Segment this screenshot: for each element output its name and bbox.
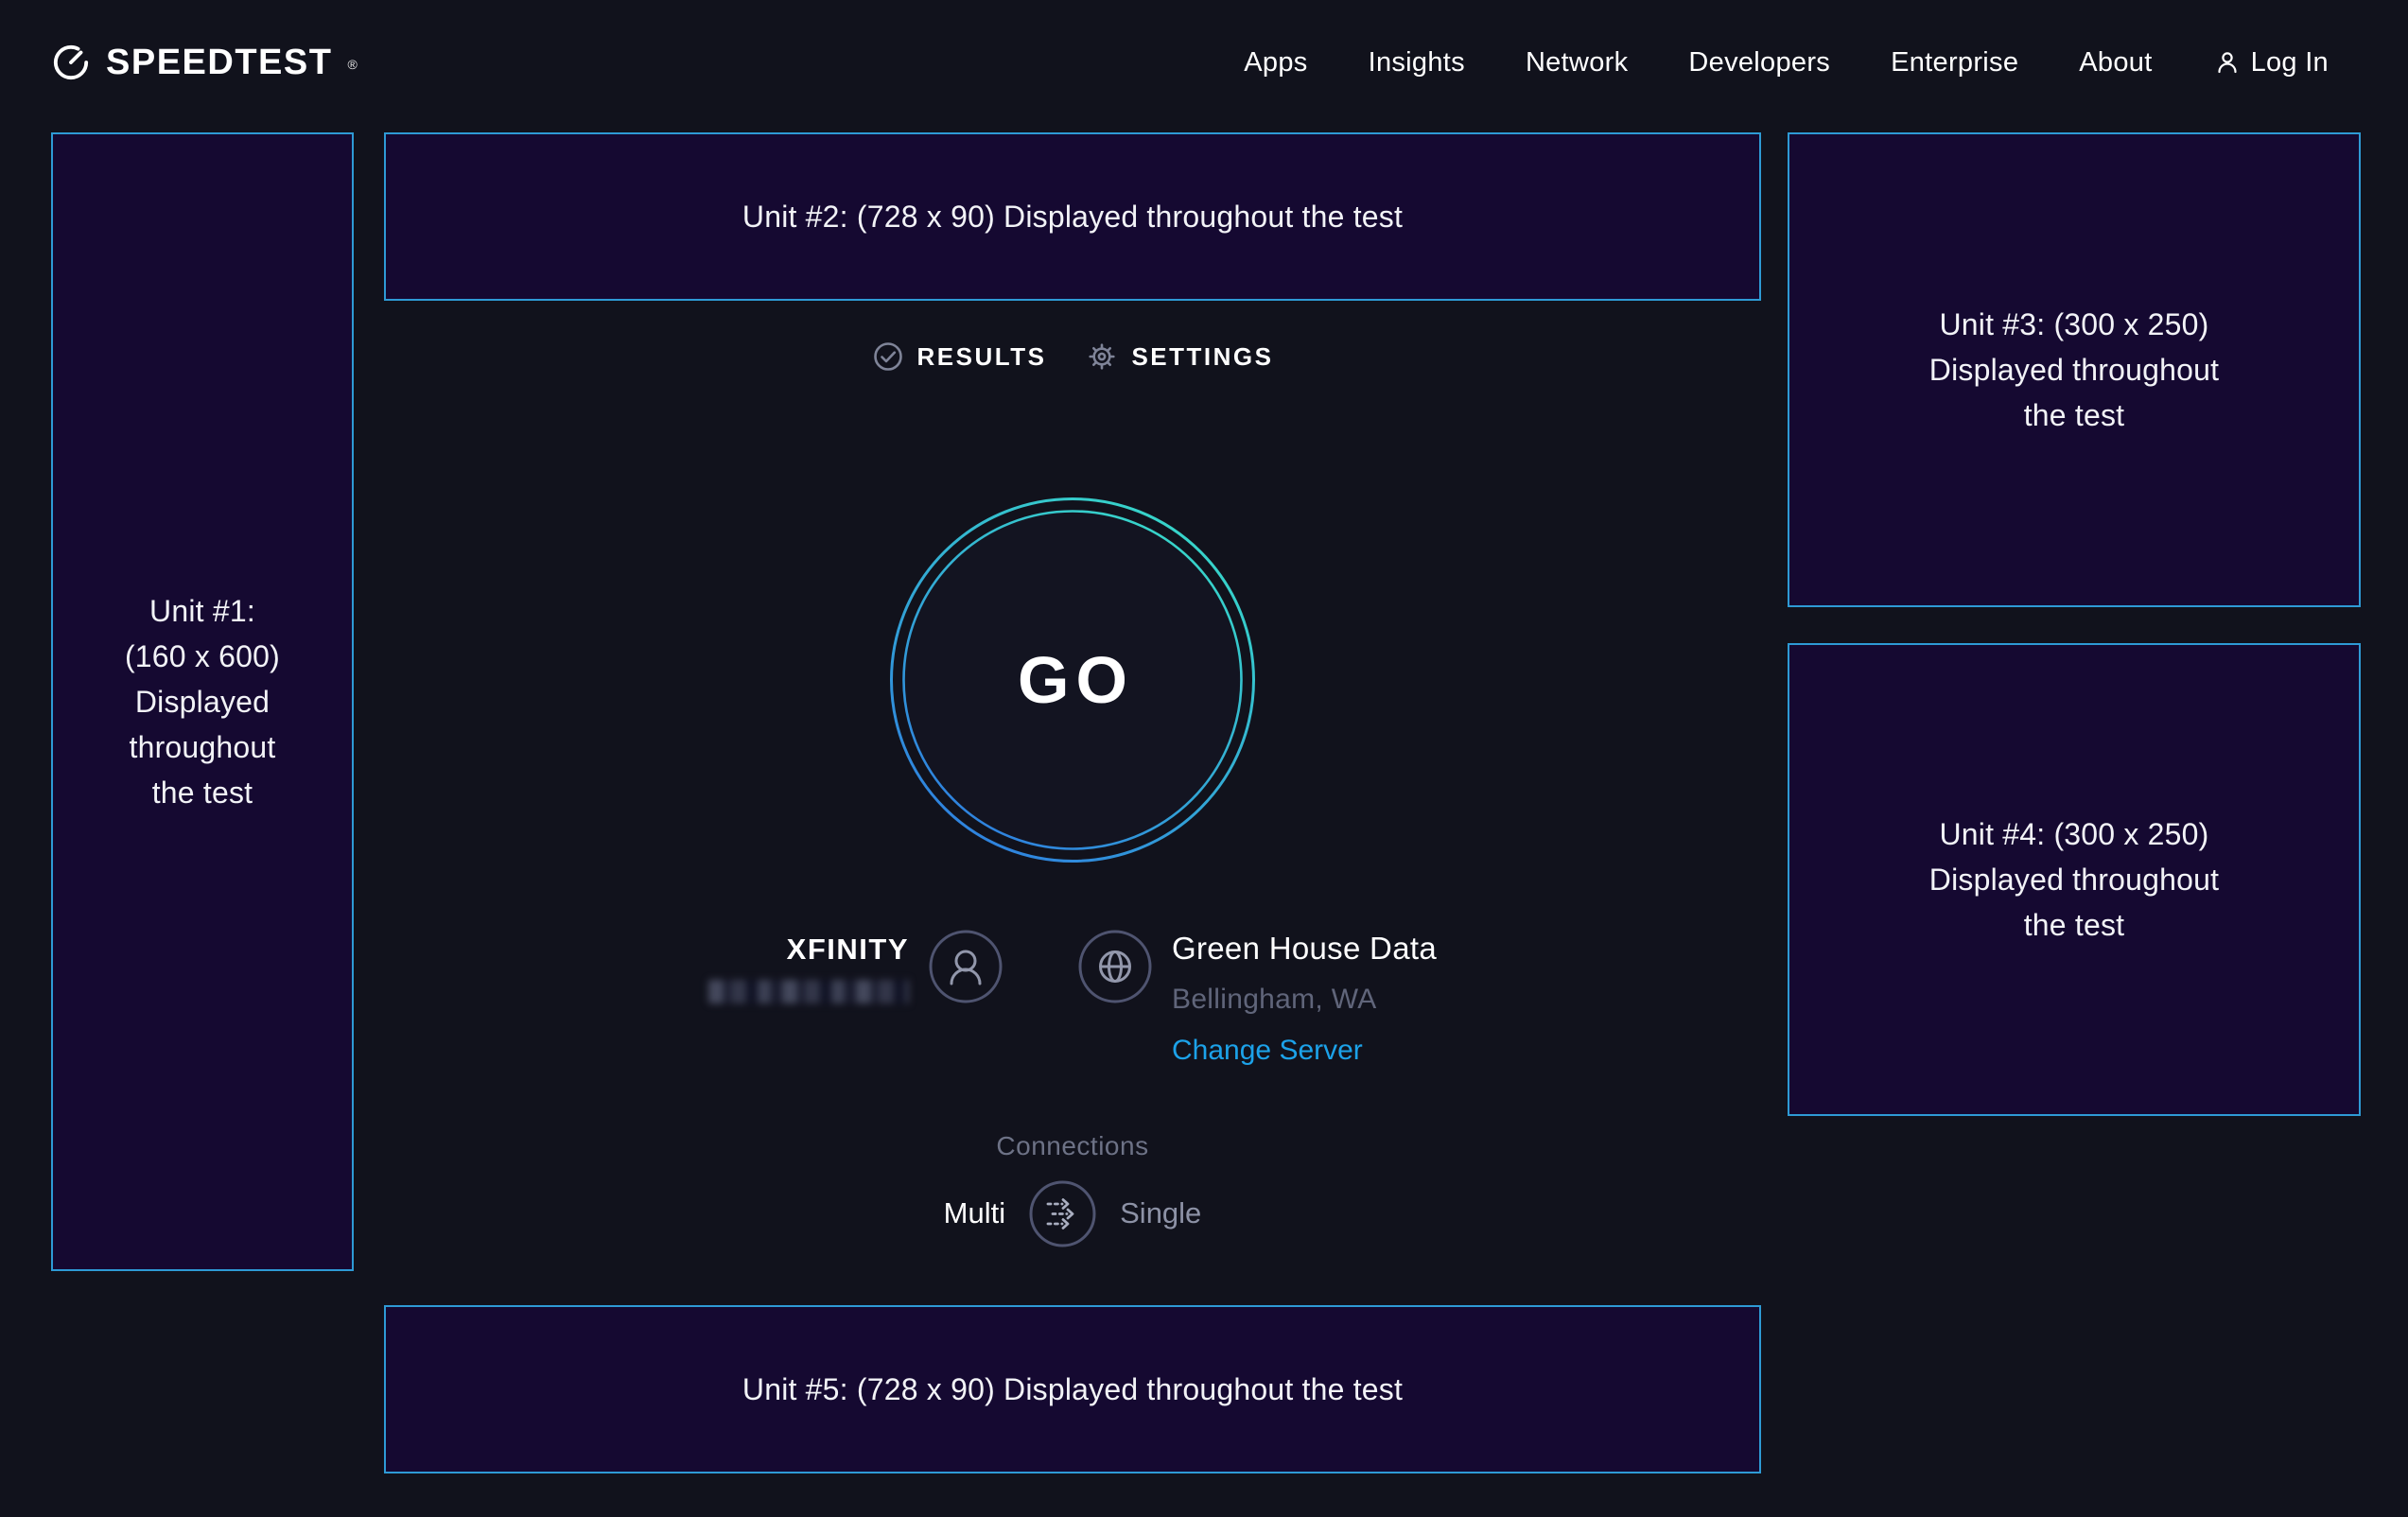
ad-unit-3-text: Unit #3: (300 x 250) Displayed throughou… (1929, 302, 2219, 438)
ad-unit-3[interactable]: Unit #3: (300 x 250) Displayed throughou… (1788, 132, 2361, 607)
nav-item-enterprise[interactable]: Enterprise (1891, 47, 2018, 78)
speedtest-main: RESULTS SETTINGS (384, 0, 1761, 1517)
nav-item-about[interactable]: About (2079, 47, 2152, 78)
tab-results-label: RESULTS (917, 342, 1047, 372)
speedtest-logo[interactable]: SPEEDTEST ® (51, 43, 358, 82)
multi-connection-toggle-icon[interactable] (1028, 1179, 1097, 1248)
brand-name: SPEEDTEST (106, 43, 332, 82)
tabs-row: RESULTS SETTINGS (384, 340, 1761, 373)
server-text: Green House Data Bellingham, WA Change S… (1172, 929, 1437, 1067)
tab-settings-label: SETTINGS (1131, 342, 1273, 372)
connections-label: Connections (384, 1131, 1761, 1161)
server-info: Green House Data Bellingham, WA Change S… (1077, 929, 1437, 1067)
ad-unit-4[interactable]: Unit #4: (300 x 250) Displayed throughou… (1788, 643, 2361, 1116)
ad-unit-4-text: Unit #4: (300 x 250) Displayed throughou… (1929, 811, 2219, 948)
gear-icon (1086, 340, 1118, 373)
tab-results[interactable]: RESULTS (872, 340, 1047, 373)
connection-info-row: XFINITY Green House Da (384, 929, 1761, 1067)
globe-icon (1077, 929, 1153, 1004)
tab-settings[interactable]: SETTINGS (1086, 340, 1273, 373)
go-button[interactable]: GO (888, 496, 1257, 864)
go-button-label: GO (888, 496, 1257, 864)
server-location: Bellingham, WA (1172, 984, 1377, 1016)
ad-unit-1-text: Unit #1: (160 x 600) Displayed throughou… (125, 588, 280, 815)
login-label: Log In (2251, 47, 2329, 78)
connections-multi-option[interactable]: Multi (944, 1196, 1005, 1230)
connections-single-option[interactable]: Single (1120, 1196, 1201, 1230)
user-icon (2213, 48, 2242, 77)
check-circle-icon (872, 340, 904, 373)
isp-name: XFINITY (787, 933, 909, 967)
server-name: Green House Data (1172, 931, 1437, 967)
logo-row: SPEEDTEST ® (51, 43, 358, 82)
ip-address-redacted (708, 980, 909, 1003)
isp-info: XFINITY (708, 929, 1003, 1067)
user-circle-icon (928, 929, 1003, 1004)
ad-unit-1[interactable]: Unit #1: (160 x 600) Displayed throughou… (51, 132, 354, 1271)
registered-mark: ® (347, 58, 357, 71)
speedtest-gauge-icon (51, 43, 91, 82)
change-server-link[interactable]: Change Server (1172, 1035, 1363, 1067)
login-button[interactable]: Log In (2213, 47, 2329, 78)
connections-toggle-row: Multi Single (384, 1178, 1761, 1248)
isp-text: XFINITY (708, 929, 909, 1003)
